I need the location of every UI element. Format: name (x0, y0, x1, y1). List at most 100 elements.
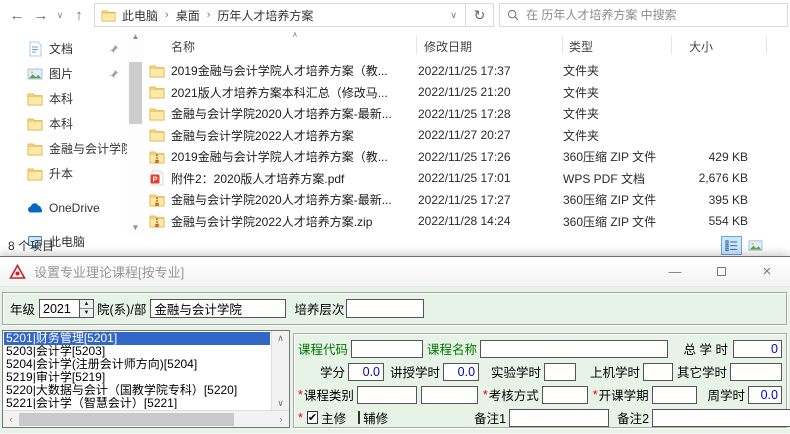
major-checkbox[interactable]: ✔ (307, 411, 318, 424)
recent-locations-chevron-icon[interactable]: ∨ (54, 4, 66, 26)
grade-spinner[interactable]: ▲▼ (39, 299, 94, 318)
file-row[interactable]: 附件2：2020版人才培养方案.pdf 2022/11/25 17:01 WPS… (144, 168, 790, 190)
column-header-type[interactable]: 类型 (569, 38, 593, 55)
explorer-toolbar: ← → ∨ ↑ 此电脑›桌面›历年人才培养方案 ∨ ↻ (0, 0, 790, 30)
dialog-title-bar[interactable]: 设置专业理论课程[按专业] — × (0, 257, 790, 287)
file-row[interactable]: 金融与会计学院2020人才培养方案-最新... 2022/11/25 17:27… (144, 189, 790, 211)
note2-input[interactable] (652, 409, 790, 427)
other-hours-input[interactable] (730, 363, 782, 381)
file-row[interactable]: 金融与会计学院2020人才培养方案-最新... 2022/11/25 17:28… (144, 103, 790, 125)
sidebar-item-folder[interactable]: 金融与会计学院 (0, 136, 127, 161)
column-headers: ∧ 名称 修改日期 类型 大小 (144, 32, 790, 56)
address-folder-icon (101, 8, 116, 23)
machine-hours-input[interactable] (643, 363, 673, 381)
department-input[interactable] (150, 299, 286, 318)
file-row[interactable]: 金融与会计学院2022人才培养方案 2022/11/27 20:27 文件夹 (144, 125, 790, 147)
scrollbar-thumb[interactable] (19, 413, 234, 426)
course-name-input[interactable] (480, 340, 668, 358)
file-row[interactable]: 2019金融与会计学院人才培养方案（教... 2022/11/25 17:26 … (144, 146, 790, 168)
spin-down-icon[interactable]: ▼ (80, 309, 93, 317)
major-list-item[interactable]: 5221|会计学（智慧会计）[5221] (4, 397, 270, 409)
file-explorer-window: ← → ∨ ↑ 此电脑›桌面›历年人才培养方案 ∨ ↻ 文档 图片 本科 本科 (0, 0, 790, 256)
folder-icon (149, 106, 165, 122)
weekly-hours-input[interactable] (748, 386, 782, 404)
other-hours-label: 其它学时 (677, 362, 727, 381)
pin-icon (109, 69, 119, 79)
breadcrumb-segment[interactable]: 桌面 (170, 7, 206, 24)
address-dropdown-chevron-icon[interactable]: ∨ (444, 10, 463, 21)
listbox-vertical-scrollbar[interactable]: ∧ ∨ (271, 331, 289, 410)
minimize-button[interactable]: — (652, 257, 698, 287)
file-date: 2022/11/27 20:27 (418, 128, 563, 142)
sidebar-item-label: 本科 (49, 90, 127, 107)
major-list-item[interactable]: 5203|会计学[5203] (4, 345, 270, 358)
scroll-down-icon[interactable]: ▼ (127, 221, 144, 235)
back-button[interactable]: ← (6, 4, 28, 26)
grade-input[interactable] (39, 299, 79, 318)
column-header-date[interactable]: 修改日期 (424, 38, 472, 55)
course-form: 课程代码 课程名称 总 学 时 学分 讲授学时 实验学时 上机学时 其它学时 (293, 333, 787, 428)
grade-label: 年级 (10, 299, 35, 318)
onedrive-icon (27, 200, 43, 216)
total-hours-input[interactable] (733, 340, 782, 358)
required-mark: * (483, 388, 488, 402)
scroll-left-icon[interactable]: ‹ (3, 414, 19, 424)
file-name: 金融与会计学院2020人才培养方案-最新... (171, 191, 418, 208)
credit-input[interactable] (348, 363, 384, 381)
major-list-item[interactable]: 5201|财务管理[5201] (4, 332, 270, 345)
item-count: 8 个项目 (8, 237, 54, 254)
assessment-label: 考核方式 (489, 385, 539, 404)
scrollbar-thumb[interactable] (129, 62, 142, 124)
maximize-button[interactable] (698, 257, 744, 287)
sidebar-item-picture[interactable]: 图片 (0, 61, 127, 86)
category-input[interactable] (357, 386, 417, 404)
address-bar[interactable]: 此电脑›桌面›历年人才培养方案 ∨ (94, 3, 466, 27)
minor-checkbox[interactable] (358, 411, 360, 424)
experiment-hours-input[interactable] (544, 363, 576, 381)
breadcrumb-segment[interactable]: 此电脑 (116, 7, 164, 24)
spin-up-icon[interactable]: ▲ (80, 300, 93, 309)
note1-input[interactable] (509, 409, 609, 427)
file-row[interactable]: 金融与会计学院2022人才培养方案.zip 2022/11/28 14:24 3… (144, 211, 790, 233)
folder-icon (149, 63, 165, 79)
status-bar: 8 个项目 (0, 235, 790, 256)
search-input[interactable] (526, 8, 781, 22)
details-view-button[interactable] (721, 236, 742, 255)
scroll-right-icon[interactable]: › (273, 414, 289, 424)
breadcrumb-segment[interactable]: 历年人才培养方案 (211, 7, 319, 24)
search-box[interactable] (499, 3, 788, 27)
course-code-input[interactable] (351, 340, 423, 358)
sidebar-item-folder[interactable]: 本科 (0, 111, 127, 136)
scroll-up-icon[interactable]: ∧ (272, 331, 289, 345)
thumbnails-view-button[interactable] (745, 236, 766, 255)
sidebar-item-folder[interactable]: 升本 (0, 161, 127, 186)
close-button[interactable]: × (744, 257, 790, 287)
category-input-2[interactable] (421, 386, 478, 404)
level-input[interactable] (346, 299, 424, 318)
major-list-item[interactable]: 5204|会计学(注册会计师方向)[5204] (4, 358, 270, 371)
teach-hours-input[interactable] (443, 363, 479, 381)
file-name: 2021版人才培养方案本科汇总（修改马... (171, 84, 418, 101)
column-header-size[interactable]: 大小 (689, 38, 713, 55)
assessment-input[interactable] (542, 386, 588, 404)
sidebar-item-document[interactable]: 文档 (0, 36, 127, 61)
major-listbox[interactable]: 5201|财务管理[5201]5203|会计学[5203]5204|会计学(注册… (2, 330, 290, 428)
sidebar-item-onedrive[interactable]: OneDrive (0, 195, 127, 220)
file-type: 360压缩 ZIP 文件 (563, 148, 670, 165)
forward-button[interactable]: → (30, 4, 52, 26)
category-label: 课程类别 (304, 385, 354, 404)
refresh-button[interactable]: ↻ (466, 3, 494, 27)
scroll-up-icon[interactable]: ▲ (127, 30, 144, 44)
scroll-down-icon[interactable]: ∨ (272, 396, 289, 410)
file-row[interactable]: 2021版人才培养方案本科汇总（修改马... 2022/11/25 21:20 … (144, 82, 790, 104)
sidebar-item-folder[interactable]: 本科 (0, 86, 127, 111)
listbox-horizontal-scrollbar[interactable]: ‹ › (3, 410, 289, 427)
column-header-name[interactable]: 名称 (171, 38, 195, 55)
file-row[interactable]: 2019金融与会计学院人才培养方案（教... 2022/11/25 17:37 … (144, 60, 790, 82)
major-list-item[interactable]: 5220|大数据与会计（国教学院专科）[5220] (4, 384, 270, 397)
semester-input[interactable] (652, 386, 697, 404)
major-list-item[interactable]: 5219|审计学[5219] (4, 371, 270, 384)
up-button[interactable]: ↑ (68, 4, 90, 26)
sidebar-scrollbar[interactable]: ▲ ▼ (127, 30, 144, 235)
minor-label: 辅修 (363, 408, 388, 427)
